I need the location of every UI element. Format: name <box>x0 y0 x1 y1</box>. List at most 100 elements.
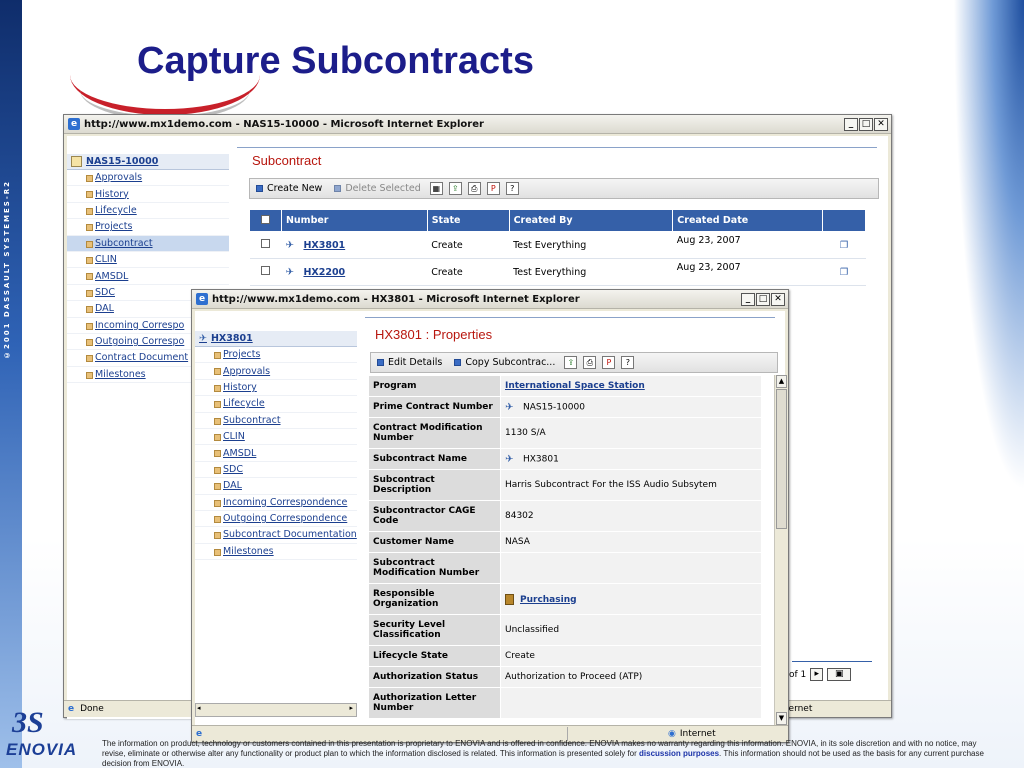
scroll-up-arrow[interactable]: ▲ <box>776 375 787 388</box>
properties-vertical-scrollbar[interactable]: ▲ ▼ <box>774 375 788 725</box>
property-value-cell: Authorization to Proceed (ATP) <box>500 666 762 688</box>
nav-item-approvals[interactable]: Approvals <box>195 363 357 380</box>
row-checkbox[interactable] <box>260 266 270 275</box>
row-created-by: Test Everything <box>509 258 673 286</box>
nav-item-history[interactable]: History <box>195 380 357 397</box>
property-row: Subcontract Name ✈ HX3801 <box>368 448 762 470</box>
close-button[interactable]: ✕ <box>874 117 888 131</box>
nav-item-lifecycle[interactable]: Lifecycle <box>67 203 229 220</box>
internet-zone: ◉ Internet <box>668 729 716 739</box>
front-nav-list: Projects Approvals History Lifecycle Subcont… <box>195 347 357 561</box>
nav-item-milestones[interactable]: Milestones <box>195 544 357 561</box>
property-value: 84302 <box>505 511 534 521</box>
property-value-cell <box>500 552 762 584</box>
close-button[interactable]: ✕ <box>771 292 785 306</box>
table-row: ✈ HX2200 Create Test Everything Aug 23, 2… <box>249 258 866 286</box>
maximize-button[interactable]: □ <box>859 117 873 131</box>
property-row: Program International Space Station <box>368 375 762 397</box>
row-state: Create <box>427 258 510 286</box>
object-icon: ✈ <box>505 453 514 465</box>
back-nav-head-label: NAS15-10000 <box>86 156 159 167</box>
front-nav-head[interactable]: ✈ HX3801 <box>195 331 357 347</box>
delete-selected-button[interactable]: Delete Selected <box>328 183 426 194</box>
property-label: Customer Name <box>368 531 501 553</box>
nav-item-history[interactable]: History <box>67 186 229 203</box>
property-label: Subcontract Modification Number <box>368 552 501 584</box>
open-window-icon[interactable]: ❐ <box>840 240 849 251</box>
property-value-cell <box>500 687 762 719</box>
property-label: Contract Modification Number <box>368 417 501 449</box>
back-status-zone: ternet <box>785 704 813 714</box>
subcontract-object-icon: ✈ <box>199 333 207 344</box>
globe-icon: ◉ <box>668 729 676 739</box>
maximize-button[interactable]: □ <box>756 292 770 306</box>
column-header-number[interactable]: Number <box>280 209 428 232</box>
pager-next-button[interactable]: ▸ <box>810 668 824 681</box>
property-row: Subcontract Description Harris Subcontrac… <box>368 469 762 501</box>
front-window-content: ✈ HX3801 Projects Approvals History Lifecyc… <box>195 311 788 726</box>
edit-details-button[interactable]: Edit Details <box>371 357 448 368</box>
help-icon[interactable]: ? <box>621 356 635 369</box>
row-number-link[interactable]: HX3801 <box>303 240 345 251</box>
select-all-checkbox[interactable] <box>249 209 282 232</box>
pager-view-button[interactable]: ▣ <box>827 668 852 681</box>
nav-item-projects[interactable]: Projects <box>67 219 229 236</box>
column-header-actions <box>822 209 866 232</box>
nav-item-clin[interactable]: CLIN <box>195 429 357 446</box>
copy-subcontract-button[interactable]: Copy Subcontrac... <box>448 357 561 368</box>
property-label: Prime Contract Number <box>368 396 501 418</box>
minimize-button[interactable]: _ <box>741 292 755 306</box>
open-window-icon[interactable]: ❐ <box>840 267 849 278</box>
nav-item-amsdl[interactable]: AMSDL <box>195 445 357 462</box>
enovia-logo: 3S ENOVIA <box>6 706 98 762</box>
nav-item-amsdl[interactable]: AMSDL <box>67 268 229 285</box>
column-header-state[interactable]: State <box>426 209 510 232</box>
nav-item-projects[interactable]: Projects <box>195 347 357 364</box>
property-row: Responsible Organization Purchasing <box>368 583 762 615</box>
back-toolbar: Create New Delete Selected ▦ ⇪ ⎙ P ? <box>249 178 879 199</box>
create-new-button[interactable]: Create New <box>250 183 328 194</box>
grid-view-icon[interactable]: ▦ <box>429 182 443 195</box>
nav-item-sdc[interactable]: SDC <box>195 462 357 479</box>
property-value: Unclassified <box>505 625 560 635</box>
pdf-icon[interactable]: P <box>602 356 616 369</box>
back-nav-head[interactable]: NAS15-10000 <box>67 154 229 170</box>
property-row: Subcontract Modification Number <box>368 552 762 584</box>
nav-item-subcontract[interactable]: Subcontract <box>67 235 229 252</box>
column-header-created-date[interactable]: Created Date <box>672 209 824 232</box>
help-icon[interactable]: ? <box>505 182 519 195</box>
row-checkbox[interactable] <box>260 239 270 248</box>
nav-item-subcontract[interactable]: Subcontract <box>195 413 357 429</box>
nav-horizontal-scrollbar[interactable]: ◂ ▸ <box>195 703 357 717</box>
minimize-button[interactable]: _ <box>844 117 858 131</box>
pager-rule <box>792 661 872 662</box>
property-value[interactable]: International Space Station <box>505 381 645 391</box>
property-value[interactable]: Purchasing <box>520 595 577 605</box>
property-label: Responsible Organization <box>368 583 501 615</box>
nav-item-subcontract-documentation[interactable]: Subcontract Documentation <box>195 527 357 544</box>
scroll-thumb[interactable] <box>776 389 787 529</box>
print-icon[interactable]: ⎙ <box>467 182 481 195</box>
export-icon[interactable]: ⇪ <box>448 182 462 195</box>
nav-item-incoming-correspondence[interactable]: Incoming Correspondence <box>195 495 357 511</box>
pdf-icon[interactable]: P <box>486 182 500 195</box>
nav-item-dal[interactable]: DAL <box>195 478 357 495</box>
nav-item-approvals[interactable]: Approvals <box>67 170 229 187</box>
slide-title: Capture Subcontracts <box>137 40 534 82</box>
header-rule <box>237 146 877 148</box>
property-value-cell: ✈ HX3801 <box>500 448 762 470</box>
ds-logo-mark: 3S <box>12 706 44 739</box>
export-icon[interactable]: ⇪ <box>564 356 578 369</box>
nav-item-lifecycle[interactable]: Lifecycle <box>195 396 357 413</box>
property-value-cell: 1130 S/A <box>500 417 762 449</box>
nav-item-outgoing-correspondence[interactable]: Outgoing Correspondence <box>195 511 357 528</box>
pager-text: of 1 <box>789 669 807 680</box>
nav-item-clin[interactable]: CLIN <box>67 252 229 269</box>
subcontract-object-icon: ✈ <box>285 240 294 251</box>
property-value: HX3801 <box>523 454 559 465</box>
print-icon[interactable]: ⎙ <box>583 356 597 369</box>
property-label: Program <box>368 375 501 397</box>
scroll-down-arrow[interactable]: ▼ <box>776 712 787 725</box>
column-header-created-by[interactable]: Created By <box>508 209 674 232</box>
row-number-link[interactable]: HX2200 <box>303 267 345 278</box>
